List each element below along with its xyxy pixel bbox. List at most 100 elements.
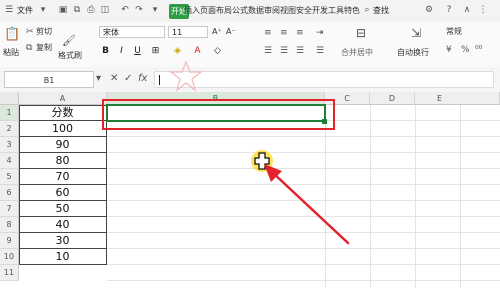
paste-button[interactable]: 粘贴 [3, 48, 19, 58]
font-size-increase[interactable]: A⁺ [212, 27, 222, 37]
font-size-decrease[interactable]: A⁻ [226, 27, 236, 37]
annotation-highlight-box [102, 99, 335, 130]
menu-bar: ☰ 文件 ▾ ▣ ⧉ ⎙ ◫ ↶ ↷ ▾ 开始 插入页面布局公式数据审阅视图安全… [0, 0, 500, 23]
row-header-2[interactable]: 2 [0, 121, 19, 137]
cell-a8[interactable]: 40 [19, 217, 107, 233]
indent-icon[interactable]: ⇥ [316, 28, 324, 38]
cell-a1[interactable]: 分数 [19, 105, 107, 121]
watermark-star-icon [169, 60, 203, 92]
align-center-icon[interactable]: ☰ [280, 46, 288, 56]
formula-bar: B1 ▾ ✕ ✓ fx [0, 60, 500, 93]
column-header-e[interactable]: E [415, 92, 500, 105]
cancel-icon[interactable]: ✕ [110, 72, 118, 86]
font-name-select[interactable]: 宋体 [99, 26, 165, 38]
help-icon[interactable]: ? [444, 5, 454, 15]
row-header-7[interactable]: 7 [0, 201, 19, 217]
minimize-icon[interactable]: ∧ [462, 5, 472, 15]
thousands-icon[interactable]: ⁰⁰ [475, 45, 482, 55]
confirm-icon[interactable]: ✓ [124, 72, 132, 86]
copy-icon[interactable]: ⧉ [26, 43, 32, 53]
column-header-d[interactable]: D [370, 92, 415, 105]
align-left-icon[interactable]: ☰ [264, 46, 272, 56]
merge-center-button[interactable]: 合并居中 [341, 48, 373, 58]
save-icon[interactable]: ▣ [58, 5, 68, 15]
print-icon[interactable]: ⎙ [86, 5, 96, 15]
row-header-4[interactable]: 4 [0, 153, 19, 169]
gridline [107, 280, 500, 281]
cell-a9[interactable]: 30 [19, 233, 107, 249]
copy-button[interactable]: 复制 [36, 43, 52, 53]
percent-icon[interactable]: % [461, 45, 470, 55]
currency-icon[interactable]: ¥ [446, 45, 452, 55]
annotation-arrow [264, 164, 350, 245]
row-header-11[interactable]: 11 [0, 265, 19, 281]
text-caret [159, 75, 160, 85]
font-size-select[interactable]: 11 [168, 26, 208, 38]
align-bottom-icon[interactable]: ≡ [296, 28, 304, 38]
name-box[interactable]: B1 [4, 71, 94, 88]
clear-format-button[interactable]: ◇ [212, 46, 223, 57]
row-header-3[interactable]: 3 [0, 137, 19, 153]
cell-a4[interactable]: 80 [19, 153, 107, 169]
select-all-corner[interactable] [0, 92, 19, 105]
number-format-select[interactable]: 常规 [446, 27, 462, 37]
row-header-6[interactable]: 6 [0, 185, 19, 201]
cell-a6[interactable]: 60 [19, 185, 107, 201]
search-icon[interactable]: ⌕ [362, 5, 372, 15]
auto-wrap-button[interactable]: 自动换行 [397, 48, 429, 58]
file-menu[interactable]: 文件 [17, 3, 33, 19]
row-header-1[interactable]: 1 [0, 105, 19, 121]
cell-a2[interactable]: 100 [19, 121, 107, 137]
gridline [460, 105, 461, 288]
gridline [415, 105, 416, 288]
merge-icon[interactable]: ⊟ [356, 27, 366, 39]
justify-icon[interactable]: ☰ [316, 46, 324, 56]
cell-a10[interactable]: 10 [19, 249, 107, 265]
more-icon[interactable]: ▾ [150, 5, 160, 15]
ribbon-tabs[interactable]: 插入页面布局公式数据审阅视图安全开发工具特色 [184, 3, 360, 19]
menu-icon[interactable]: ☰ [4, 5, 14, 15]
ribbon: 📋 粘贴 ✂ 剪切 ⧉ 复制 🖌 格式刷 宋体 11 A⁺ A⁻ B I U ⊞… [0, 22, 500, 68]
redo-icon[interactable]: ↷ [134, 5, 144, 15]
formula-input[interactable] [154, 71, 494, 88]
spreadsheet-grid: A B C D E 1 2 3 4 5 6 7 8 9 10 11 分数 100… [0, 92, 500, 288]
brush-icon[interactable]: 🖌 [62, 35, 76, 46]
wrap-icon[interactable]: ⇲ [411, 27, 421, 39]
gridline [107, 136, 500, 137]
align-right-icon[interactable]: ☰ [296, 46, 304, 56]
dropdown-icon[interactable]: ▾ [38, 5, 48, 15]
border-button[interactable]: ⊞ [150, 46, 161, 57]
row-header-5[interactable]: 5 [0, 169, 19, 185]
column-header-a[interactable]: A [19, 92, 107, 105]
font-color-button[interactable]: A [192, 46, 203, 57]
cell-a7[interactable]: 50 [19, 201, 107, 217]
gridline [107, 248, 500, 249]
namebox-dropdown-icon[interactable]: ▾ [96, 72, 101, 86]
settings-icon[interactable]: ⚙ [424, 5, 434, 15]
options-icon[interactable]: ⋮ [478, 5, 488, 15]
align-middle-icon[interactable]: ≡ [280, 28, 288, 38]
search-label[interactable]: 查找 [373, 3, 389, 19]
align-top-icon[interactable]: ≡ [264, 28, 272, 38]
row-header-8[interactable]: 8 [0, 217, 19, 233]
italic-button[interactable]: I [116, 46, 127, 57]
scissors-icon[interactable]: ✂ [26, 27, 34, 37]
fill-color-button[interactable]: ◈ [172, 46, 183, 57]
insert-function-icon[interactable]: fx [138, 72, 147, 86]
row-header-10[interactable]: 10 [0, 249, 19, 265]
cell-a5[interactable]: 70 [19, 169, 107, 185]
cell-a3[interactable]: 90 [19, 137, 107, 153]
format-painter-button[interactable]: 格式刷 [58, 51, 82, 61]
undo-icon[interactable]: ↶ [120, 5, 130, 15]
gridline [107, 264, 500, 265]
print-preview-icon[interactable]: ⧉ [72, 5, 82, 15]
cut-button[interactable]: 剪切 [36, 27, 52, 37]
bold-button[interactable]: B [100, 46, 111, 57]
gridline [370, 105, 371, 288]
font-size-value: 11 [172, 28, 183, 37]
gridline [107, 152, 500, 153]
paste-icon[interactable]: 📋 [4, 28, 20, 42]
preview-icon[interactable]: ◫ [100, 5, 110, 15]
underline-button[interactable]: U [132, 46, 143, 57]
row-header-9[interactable]: 9 [0, 233, 19, 249]
